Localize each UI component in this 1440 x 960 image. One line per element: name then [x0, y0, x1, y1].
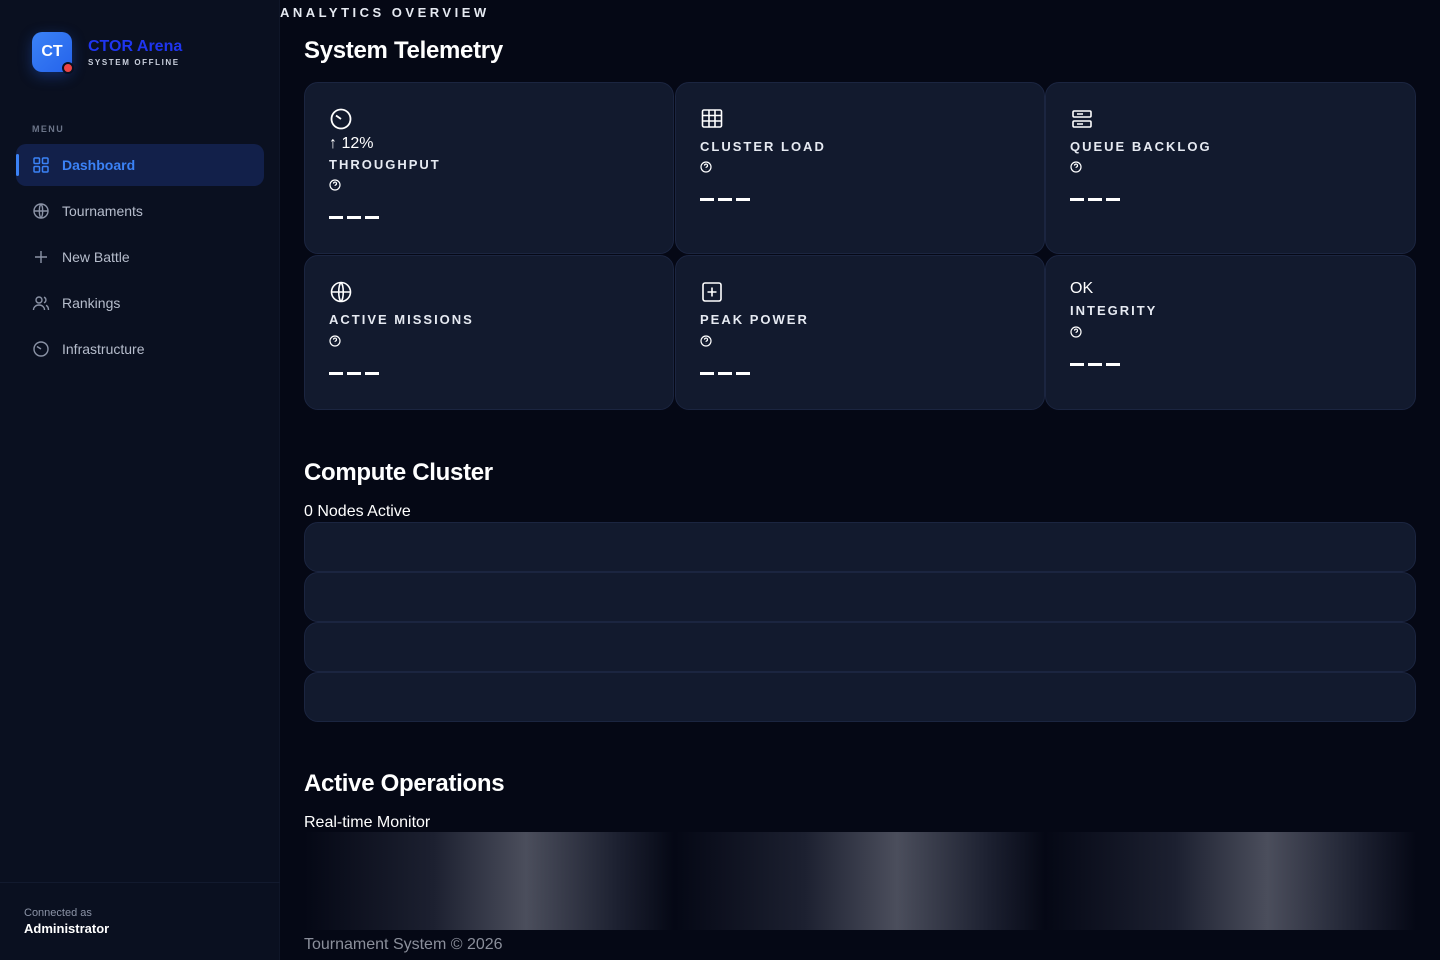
card-label: INTEGRITY	[1070, 303, 1158, 318]
sidebar-footer: Connected as Administrator	[0, 882, 280, 960]
globe-icon	[32, 202, 50, 220]
connected-caption: Connected as	[24, 907, 92, 919]
sidebar-item-label: Dashboard	[62, 157, 136, 173]
nodes-active-count: 0 Nodes Active	[304, 503, 411, 520]
card-label: PEAK POWER	[700, 312, 809, 327]
metric-value-placeholder	[700, 185, 754, 211]
help-icon[interactable]	[329, 334, 341, 347]
node-row-skeleton	[304, 672, 1416, 722]
sidebar-item-rankings[interactable]: Rankings	[16, 282, 264, 324]
plus-square-icon	[700, 280, 724, 304]
sidebar-item-new-battle[interactable]: New Battle	[16, 236, 264, 278]
help-icon[interactable]	[700, 334, 712, 347]
card-label: QUEUE BACKLOG	[1070, 139, 1212, 154]
gauge-icon	[32, 340, 50, 358]
operation-panel-skeleton	[304, 832, 674, 930]
page-eyebrow: ANALYTICS OVERVIEW	[280, 5, 490, 20]
sidebar-item-tournaments[interactable]: Tournaments	[16, 190, 264, 232]
node-row-skeleton	[304, 572, 1416, 622]
card-label: THROUGHPUT	[329, 157, 441, 172]
sidebar-item-infrastructure[interactable]: Infrastructure	[16, 328, 264, 370]
menu-label: MENU	[32, 124, 65, 134]
operation-panel-skeleton	[1045, 832, 1416, 930]
gauge-icon	[329, 107, 353, 131]
operations-subtitle: Real-time Monitor	[304, 814, 431, 831]
plus-icon	[32, 248, 50, 266]
help-icon[interactable]	[1070, 160, 1082, 173]
metric-card-queue-backlog[interactable]: QUEUE BACKLOG	[1045, 82, 1416, 254]
help-icon[interactable]	[700, 160, 712, 173]
globe-icon	[329, 280, 353, 304]
integrity-status: OK	[1070, 280, 1094, 297]
sidebar-item-label: New Battle	[62, 249, 130, 265]
sidebar-nav: Dashboard Tournaments New Battle Ranking…	[16, 144, 264, 374]
brand-name: CTOR Arena	[88, 37, 183, 55]
cluster-title: Compute Cluster	[304, 459, 493, 486]
help-icon[interactable]	[1070, 325, 1082, 338]
metric-value-placeholder	[700, 359, 754, 385]
users-icon	[32, 294, 50, 312]
throughput-delta: ↑ 12%	[329, 135, 374, 152]
metric-card-integrity[interactable]: OK INTEGRITY	[1045, 255, 1416, 410]
operation-panel-skeleton	[675, 832, 1045, 930]
brand[interactable]: CT CTOR Arena SYSTEM OFFLINE	[32, 32, 183, 74]
sidebar-item-label: Rankings	[62, 295, 121, 311]
metric-value-placeholder	[1070, 350, 1124, 376]
copyright: Tournament System © 2026	[304, 936, 503, 953]
help-icon[interactable]	[329, 178, 341, 191]
sidebar-item-dashboard[interactable]: Dashboard	[16, 144, 264, 186]
metric-card-cluster-load[interactable]: CLUSTER LOAD	[675, 82, 1045, 254]
card-label: CLUSTER LOAD	[700, 139, 826, 154]
status-dot	[62, 62, 74, 74]
node-row-skeleton	[304, 622, 1416, 672]
system-status: SYSTEM OFFLINE	[88, 57, 180, 67]
main-content: ANALYTICS OVERVIEW System Telemetry ↑ 12…	[280, 0, 1440, 960]
sidebar-item-label: Tournaments	[62, 203, 143, 219]
metric-value-placeholder	[329, 359, 383, 385]
brand-logo: CT	[32, 32, 74, 74]
node-row-skeleton	[304, 522, 1416, 572]
telemetry-title: System Telemetry	[304, 37, 503, 64]
metric-card-peak-power[interactable]: PEAK POWER	[675, 255, 1045, 410]
metric-value-placeholder	[329, 203, 383, 229]
metric-card-throughput[interactable]: ↑ 12% THROUGHPUT	[304, 82, 674, 254]
operations-title: Active Operations	[304, 770, 505, 797]
metric-value-placeholder	[1070, 185, 1124, 211]
metric-card-active-missions[interactable]: ACTIVE MISSIONS	[304, 255, 674, 410]
sidebar: CT CTOR Arena SYSTEM OFFLINE MENU Dashbo…	[0, 0, 280, 960]
brand-logo-text: CT	[41, 43, 63, 60]
grid-icon	[32, 156, 50, 174]
card-label: ACTIVE MISSIONS	[329, 312, 474, 327]
server-icon	[1070, 107, 1094, 131]
table-icon	[700, 107, 724, 131]
sidebar-item-label: Infrastructure	[62, 341, 145, 357]
current-user: Administrator	[24, 921, 110, 936]
